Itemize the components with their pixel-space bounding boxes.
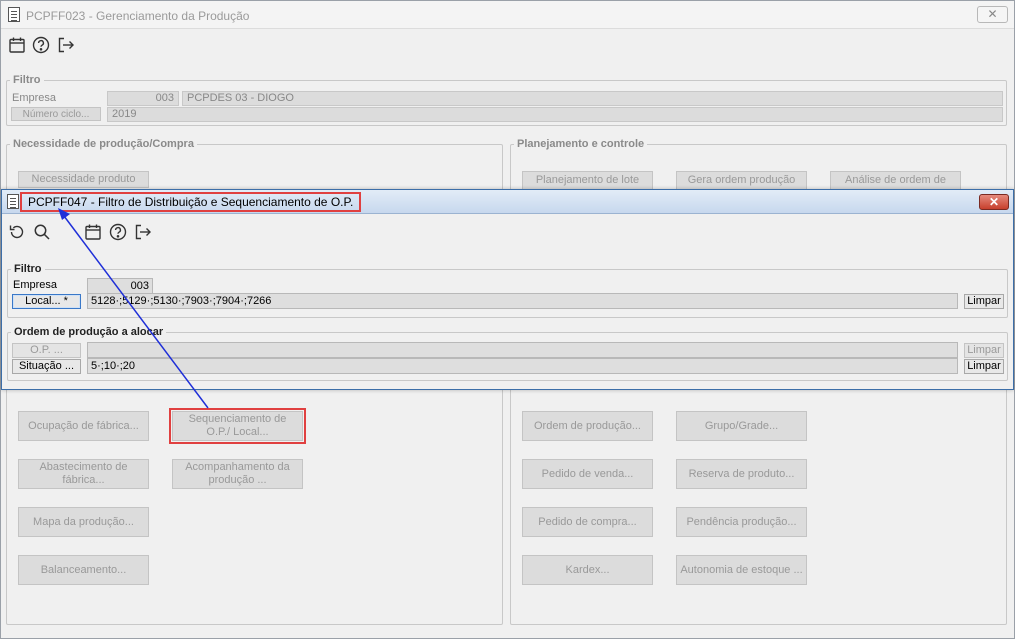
op-limpar-button[interactable]: Limpar — [964, 343, 1004, 358]
dialog-titlebar: PCPFF047 - Filtro de Distribuição e Sequ… — [2, 190, 1013, 214]
undo-icon[interactable] — [8, 223, 26, 241]
balanceamento-button[interactable]: Balanceamento... — [18, 555, 149, 585]
planejamento-lote-button[interactable]: Planejamento de lote — [522, 171, 653, 190]
necessidade-produto-button[interactable]: Necessidade produto — [18, 171, 149, 188]
ordem-producao-button[interactable]: Ordem de produção... — [522, 411, 653, 441]
calendar-icon[interactable] — [8, 36, 26, 54]
situacao-button[interactable]: Situação ... — [12, 359, 81, 374]
calendar-icon[interactable] — [84, 223, 102, 241]
dialog-filter-legend: Filtro — [14, 263, 42, 275]
numero-ciclo-field[interactable]: 2019 — [107, 107, 1003, 122]
dialog-window: PCPFF047 - Filtro de Distribuição e Sequ… — [1, 189, 1014, 390]
dialog-close-button[interactable]: ✕ — [979, 194, 1009, 210]
acompanhamento-producao-button[interactable]: Acompanhamento da produção ... — [172, 459, 303, 489]
analise-ordem-button[interactable]: Análise de ordem de — [830, 171, 961, 190]
main-empresa-code: 003 — [107, 91, 179, 106]
exit-icon[interactable] — [57, 36, 75, 54]
kardex-button[interactable]: Kardex... — [522, 555, 653, 585]
pedido-venda-button[interactable]: Pedido de venda... — [522, 459, 653, 489]
op-button[interactable]: O.P. ... — [12, 343, 81, 358]
sequenciamento-highlight-box — [169, 408, 306, 444]
main-window-title: PCPFF023 - Gerenciamento da Produção — [26, 9, 250, 23]
planejamento-legend: Planejamento e controle — [517, 138, 645, 150]
help-icon[interactable] — [32, 36, 50, 54]
main-titlebar: PCPFF023 - Gerenciamento da Produção ✕ — [1, 1, 1014, 29]
situacao-limpar-button[interactable]: Limpar — [964, 359, 1004, 374]
dialog-filter-group: Filtro — [7, 263, 1008, 318]
necessidade-legend: Necessidade de produção/Compra — [13, 138, 194, 150]
pendencia-producao-button[interactable]: Pendência produção... — [676, 507, 807, 537]
situacao-field[interactable]: 5·;10·;20 — [87, 358, 958, 374]
main-empresa-name: PCPDES 03 - DIOGO — [182, 91, 1003, 106]
numero-ciclo-button[interactable]: Número ciclo... — [11, 107, 101, 121]
reserva-produto-button[interactable]: Reserva de produto... — [676, 459, 807, 489]
mapa-producao-button[interactable]: Mapa da produção... — [18, 507, 149, 537]
ocupacao-fabrica-button[interactable]: Ocupação de fábrica... — [18, 411, 149, 441]
local-button[interactable]: Local... * — [12, 294, 81, 309]
dialog-empresa-label: Empresa — [13, 279, 58, 291]
local-field[interactable]: 5128·;5129·;5130·;7903·;7904·;7266 — [87, 293, 958, 309]
gera-ordem-producao-button[interactable]: Gera ordem produção — [676, 171, 807, 190]
main-empresa-label: Empresa — [12, 92, 57, 104]
help-icon[interactable] — [109, 223, 127, 241]
main-close-button[interactable]: ✕ — [977, 6, 1008, 23]
grupo-grade-button[interactable]: Grupo/Grade... — [676, 411, 807, 441]
op-field[interactable] — [87, 342, 958, 358]
document-icon — [8, 7, 20, 22]
ordem-producao-legend: Ordem de produção a alocar — [14, 326, 164, 338]
exit-icon[interactable] — [134, 223, 152, 241]
main-filter-legend: Filtro — [13, 74, 41, 86]
pedido-compra-button[interactable]: Pedido de compra... — [522, 507, 653, 537]
dialog-empresa-field[interactable]: 003 — [87, 278, 153, 294]
dialog-document-icon — [7, 194, 19, 209]
local-limpar-button[interactable]: Limpar — [964, 294, 1004, 309]
search-icon[interactable] — [33, 223, 51, 241]
autonomia-estoque-button[interactable]: Autonomia de estoque ... — [676, 555, 807, 585]
dialog-title: PCPFF047 - Filtro de Distribuição e Sequ… — [20, 192, 362, 212]
abastecimento-fabrica-button[interactable]: Abastecimento de fábrica... — [18, 459, 149, 489]
